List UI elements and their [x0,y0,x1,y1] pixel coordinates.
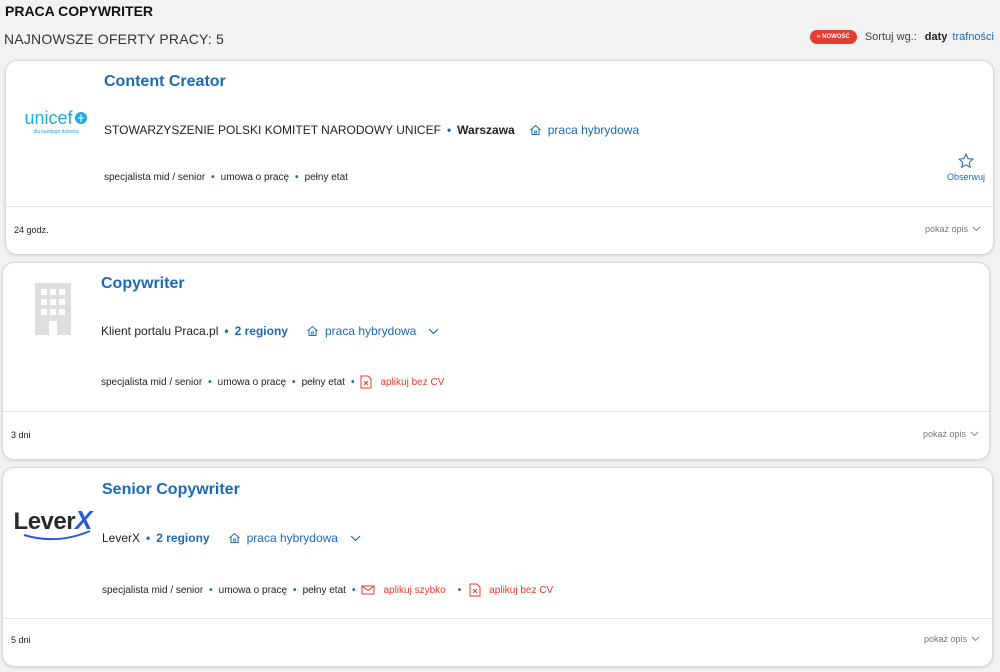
expand-work-mode[interactable] [428,328,445,335]
separator-dot: • [292,376,296,388]
separator-dot: • [351,584,356,596]
location[interactable]: Warszawa [457,123,515,137]
separator-dot: • [209,584,213,596]
envelope-icon [361,585,375,595]
chevron-down-icon [971,636,980,642]
card-divider [3,618,992,619]
show-description[interactable]: pokaż opis [924,634,980,644]
page-title: PRACA COPYWRITER [5,3,154,19]
card-divider [3,411,989,412]
chevron-down-icon [350,535,361,541]
new-badge-icon: « [816,34,821,40]
work-mode[interactable]: praca hybrydowa [529,123,639,137]
location[interactable]: 2 regiony [156,531,209,545]
logo-text: unicef [24,107,73,128]
chevron-down-icon [970,431,979,437]
apply-quick[interactable]: aplikuj szybko [361,584,446,596]
separator-dot: • [211,172,215,183]
contract: umowa o pracę [217,376,287,388]
sort-label: Sortuj wg.: [864,31,917,43]
level: specjalista mid / senior [104,172,206,183]
observe-label: Obserwuj [946,172,985,182]
work-mode-label: praca hybrydowa [246,531,338,545]
offer-card[interactable]: Lever X Senior Copywriter LeverX • 2 reg… [2,467,993,667]
document-x-icon [469,583,481,597]
company-row: STOWARZYSZENIE POLSKI KOMITET NARODOWY U… [104,123,639,137]
separator-dot: • [457,584,462,596]
level: specjalista mid / senior [102,584,204,596]
contract: umowa o pracę [218,584,288,596]
offer-title[interactable]: Copywriter [101,275,185,293]
separator-dot: • [208,376,212,388]
leverx-logo[interactable]: Lever X [11,488,95,552]
offer-age: 5 dni [11,635,31,645]
offer-title[interactable]: Senior Copywriter [102,481,240,499]
observe-button[interactable]: Obserwuj [947,153,985,182]
details-row: specjalista mid / senior • umowa o pracę… [102,583,553,597]
details-row: specjalista mid / senior • umowa o pracę… [104,172,348,183]
sort-bar: « NOWOŚĆ Sortuj wg.: daty trafności [809,30,994,44]
card-divider [6,206,993,207]
offer-card[interactable]: Copywriter Klient portalu Praca.pl • 2 r… [2,262,990,460]
home-icon [228,532,240,543]
separator-dot: • [146,531,151,545]
offer-title[interactable]: Content Creator [104,73,226,91]
document-x-icon [360,375,372,389]
separator-dot: • [350,376,355,388]
expand-work-mode[interactable] [350,535,367,542]
offer-age: 3 dni [11,430,31,440]
apply-quick-label: aplikuj szybko [383,584,446,596]
work-mode[interactable]: praca hybrydowa [228,531,367,545]
show-description-label: pokaż opis [923,634,967,644]
swoosh-icon [23,529,90,540]
separator-dot: • [295,172,299,183]
home-icon [529,124,541,135]
show-description-label: pokaż opis [924,224,968,234]
globe-icon [74,112,87,124]
company-row: LeverX • 2 regiony praca hybrydowa [102,531,367,545]
company-placeholder-logo[interactable] [17,277,89,341]
unicef-logo[interactable]: unicef dla każdego dziecka [20,89,92,153]
work-mode[interactable]: praca hybrydowa [306,324,445,338]
apply-without-cv[interactable]: aplikuj bez CV [469,583,553,597]
work-time: pełny etat [301,376,345,388]
apply-without-cv-label: aplikuj bez CV [489,584,554,596]
offer-age: 24 godz. [14,225,49,235]
show-description-label: pokaż opis [922,429,966,439]
location[interactable]: 2 regiony [235,324,288,338]
chevron-down-icon [972,226,981,232]
company-name[interactable]: STOWARZYSZENIE POLSKI KOMITET NARODOWY U… [104,123,441,137]
new-badge[interactable]: « NOWOŚĆ [809,30,857,44]
offer-card[interactable]: unicef dla każdego dziecka Content Creat… [5,60,994,255]
separator-dot: • [446,123,452,137]
separator-dot: • [293,584,297,596]
sort-by-relevance[interactable]: trafności [952,31,994,43]
separator-dot: • [224,324,229,338]
home-icon [307,325,318,336]
company-row: Klient portalu Praca.pl • 2 regiony prac… [101,324,445,338]
work-mode-label: praca hybrydowa [547,123,640,137]
level: specjalista mid / senior [101,376,203,388]
show-description[interactable]: pokaż opis [925,224,981,234]
contract: umowa o pracę [220,172,290,183]
work-time: pełny etat [302,584,346,596]
apply-without-cv[interactable]: aplikuj bez CV [360,375,444,389]
company-name[interactable]: LeverX [102,531,140,545]
work-mode-label: praca hybrydowa [324,324,417,338]
details-row: specjalista mid / senior • umowa o pracę… [101,375,444,389]
offers-count: NAJNOWSZE OFERTY PRACY: 5 [4,31,224,47]
work-time: pełny etat [304,172,348,183]
new-badge-label: NOWOŚĆ [822,34,850,40]
chevron-down-icon [428,328,439,334]
apply-without-cv-label: aplikuj bez CV [380,376,445,388]
sort-by-date[interactable]: daty [925,31,948,43]
star-icon [957,153,974,168]
logo-subtext: dla każdego dziecka [33,128,79,135]
company-name[interactable]: Klient portalu Praca.pl [101,324,218,338]
building-icon [35,283,71,335]
show-description[interactable]: pokaż opis [923,429,979,439]
